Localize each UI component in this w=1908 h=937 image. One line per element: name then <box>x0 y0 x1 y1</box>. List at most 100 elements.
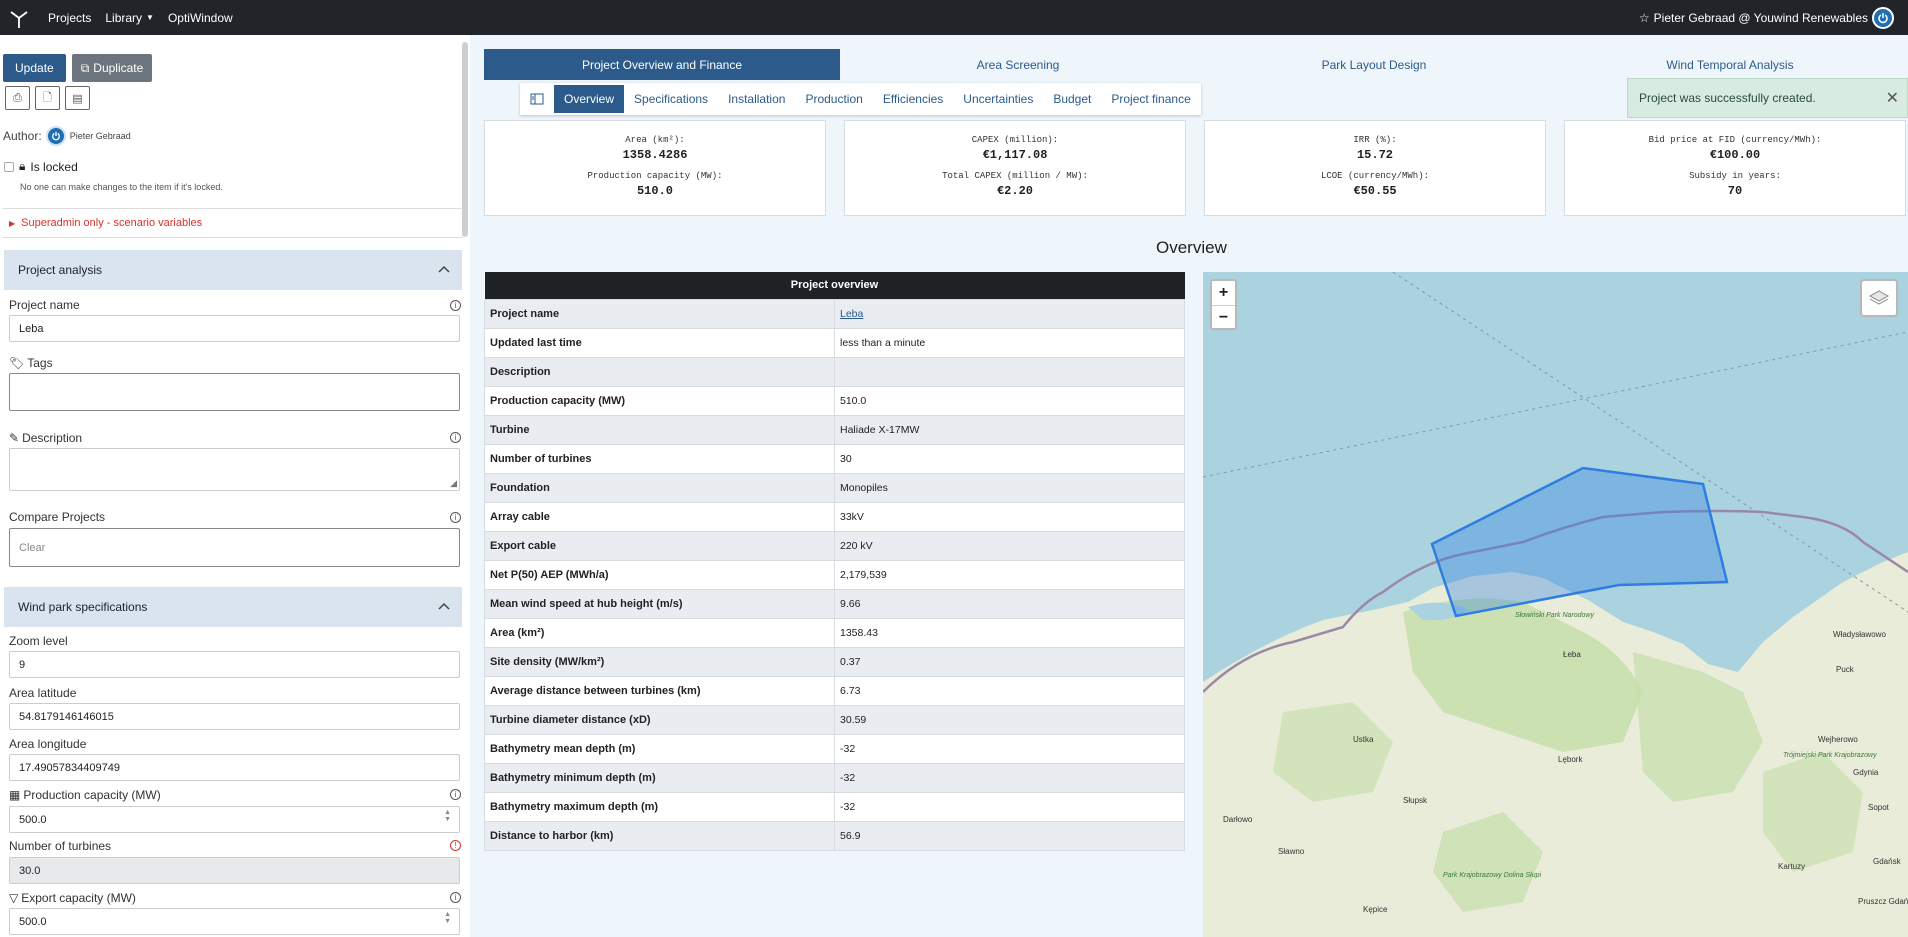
row-key: Mean wind speed at hub height (m/s) <box>484 588 835 619</box>
info-icon[interactable]: i <box>450 300 461 311</box>
table-row: Foundation Monopiles <box>484 472 1185 503</box>
tab-project-overview[interactable]: Project Overview and Finance <box>484 49 840 80</box>
zoom-out-icon[interactable]: − <box>1212 305 1235 329</box>
map-label: Kartuzy <box>1778 862 1805 871</box>
row-key: Average distance between turbines (km) <box>484 675 835 706</box>
chevron-up-icon[interactable] <box>438 599 450 613</box>
project-name-input[interactable]: Leba <box>9 315 460 342</box>
success-toast: Project was successfully created. ✕ <box>1627 78 1908 118</box>
longitude-input[interactable]: 17.49057834409749 <box>9 754 460 781</box>
tags-label-text: Tags <box>27 356 53 370</box>
subtab-overview[interactable]: Overview <box>554 85 625 113</box>
caret-down-icon: ▼ <box>146 13 154 22</box>
description-textarea[interactable]: ◢ <box>9 448 460 491</box>
tab-area-screening[interactable]: Area Screening <box>840 49 1196 80</box>
row-key: Foundation <box>484 472 835 503</box>
description-label-text: Description <box>22 431 83 445</box>
map-label: Gdynia <box>1853 768 1879 777</box>
kpi-value: €100.00 <box>1709 148 1761 162</box>
tab-wind-temporal[interactable]: Wind Temporal Analysis <box>1552 49 1908 80</box>
export-file-icon[interactable]: ⎙ <box>5 86 30 110</box>
row-value: -32 <box>834 791 1185 822</box>
notes-icon[interactable]: ▤ <box>65 86 90 110</box>
row-value: -32 <box>834 733 1185 764</box>
subtab-project-finance[interactable]: Project finance <box>1101 85 1200 113</box>
kpi-value: 510.0 <box>636 184 673 198</box>
table-row: Array cable 33kV <box>484 501 1185 532</box>
section-wind-park-specs[interactable]: Wind park specifications <box>4 587 462 627</box>
table-row: Bathymetry mean depth (m) -32 <box>484 733 1185 764</box>
latitude-input[interactable]: 54.8179146146015 <box>9 703 460 730</box>
description-label: ✎ Description <box>9 431 82 445</box>
table-row: Bathymetry minimum depth (m) -32 <box>484 762 1185 793</box>
row-value: 33kV <box>834 501 1185 532</box>
locked-checkbox[interactable] <box>4 161 14 172</box>
nav-projects[interactable]: Projects <box>48 11 91 25</box>
export-label-text: Export capacity (MW) <box>21 891 136 905</box>
subtab-specifications[interactable]: Specifications <box>624 85 718 113</box>
map-park-label: Słowiński Park Narodowy <box>1515 612 1594 619</box>
nav-library[interactable]: Library ▼ <box>105 11 154 25</box>
close-icon[interactable]: ✕ <box>1886 88 1899 108</box>
tab-park-layout[interactable]: Park Layout Design <box>1196 49 1552 80</box>
kpi-card-bid-price: Bid price at FID (currency/MWh): €100.00… <box>1564 120 1906 216</box>
info-icon[interactable]: i <box>450 789 461 800</box>
star-icon[interactable]: ☆ <box>1639 11 1650 25</box>
spinner-icon[interactable]: ▲ ▼ <box>444 809 451 823</box>
wind-park-area[interactable] <box>1430 466 1729 618</box>
row-key: Description <box>484 356 835 387</box>
table-row: Turbine Haliade X-17MW <box>484 414 1185 445</box>
tags-input[interactable] <box>9 373 460 411</box>
spinner-icon[interactable]: ▲ ▼ <box>444 911 451 925</box>
duplicate-button[interactable]: ⧉ Duplicate <box>71 54 153 82</box>
sidebar-toggle-icon[interactable] <box>520 85 554 113</box>
superadmin-toggle[interactable]: ▶ Superadmin only - scenario variables <box>3 208 463 238</box>
table-row: Production capacity (MW) 510.0 <box>484 385 1185 416</box>
table-header: Project overview <box>484 272 1185 299</box>
row-key: Bathymetry maximum depth (m) <box>484 791 835 822</box>
map-canvas[interactable]: Łeba Władysławowo Puck Ustka Lębork Wejh… <box>1203 272 1908 937</box>
resize-handle-icon[interactable]: ◢ <box>450 478 457 489</box>
map-label: Sławno <box>1278 847 1305 856</box>
subtab-production[interactable]: Production <box>795 85 872 113</box>
user-label: Pieter Gebraad @ Youwind Renewables <box>1653 11 1868 25</box>
map-label: Ustka <box>1353 735 1374 744</box>
section-project-analysis[interactable]: Project analysis <box>4 250 462 290</box>
map-park-label: Park Krajobrazowy Dolina Słupi <box>1443 872 1541 879</box>
subtab-uncertainties[interactable]: Uncertainties <box>953 85 1043 113</box>
info-icon[interactable]: i <box>450 432 461 443</box>
layers-icon[interactable] <box>1860 279 1898 317</box>
capacity-input[interactable]: 500.0 ▲ ▼ <box>9 806 460 833</box>
subtab-budget[interactable]: Budget <box>1043 85 1101 113</box>
warning-icon[interactable]: ! <box>450 840 461 851</box>
document-icon[interactable]: 🗋 <box>35 86 60 110</box>
sidebar-icon-buttons: ⎙ 🗋 ▤ <box>5 86 90 110</box>
chevron-up-icon[interactable] <box>438 262 450 276</box>
row-value: 6.73 <box>834 675 1185 706</box>
map-view[interactable]: Łeba Władysławowo Puck Ustka Lębork Wejh… <box>1203 272 1908 937</box>
map-label: Kępice <box>1363 905 1388 914</box>
kpi-label: Bid price at FID (currency/MWh): <box>1648 135 1822 145</box>
nav-library-label: Library <box>105 10 143 25</box>
info-icon[interactable]: i <box>450 892 461 903</box>
subtab-installation[interactable]: Installation <box>718 85 795 113</box>
table-row: Net P(50) AEP (MWh/a) 2,179,539 <box>484 559 1185 590</box>
info-icon[interactable]: i <box>450 512 461 523</box>
table-row: Turbine diameter distance (xD) 30.59 <box>484 704 1185 735</box>
row-key: Bathymetry minimum depth (m) <box>484 762 835 793</box>
toast-message: Project was successfully created. <box>1639 91 1816 105</box>
export-capacity-input[interactable]: 500.0 ▲ ▼ <box>9 908 460 935</box>
user-avatar-icon[interactable] <box>1872 7 1894 29</box>
zoom-level-input[interactable]: 9 <box>9 651 460 678</box>
row-key: Turbine <box>484 414 835 445</box>
wind-turbine-logo-icon[interactable] <box>4 3 34 33</box>
subtab-efficiencies[interactable]: Efficiencies <box>873 85 953 113</box>
update-button[interactable]: Update <box>3 54 66 82</box>
row-value[interactable]: Leba <box>834 298 1185 329</box>
nav-optiwindow[interactable]: OptiWindow <box>168 11 233 25</box>
compare-projects-select[interactable]: Clear <box>9 528 460 567</box>
export-value: 500.0 <box>19 915 47 928</box>
zoom-in-icon[interactable]: + <box>1212 281 1235 305</box>
table-row: Area (km²) 1358.43 <box>484 617 1185 648</box>
user-menu[interactable]: ☆ Pieter Gebraad @ Youwind Renewables <box>1639 7 1894 29</box>
